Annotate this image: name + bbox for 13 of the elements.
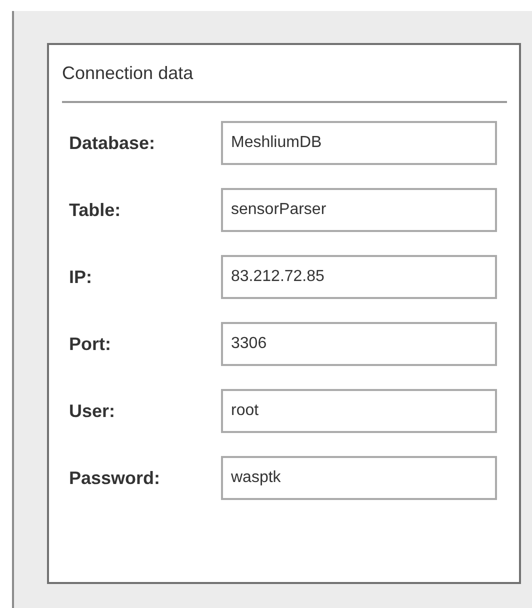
field-label: Database: [69, 132, 156, 154]
input-field[interactable]: 83.212.72.85 [221, 255, 497, 299]
input-field[interactable]: 3306 [221, 322, 497, 366]
field-label: IP: [69, 266, 94, 288]
field-label: Port: [69, 334, 112, 354]
input-field[interactable]: wasptk [221, 456, 497, 500]
input-field[interactable]: MeshliumDB [221, 121, 497, 165]
field-label: Table: [69, 200, 122, 220]
field-label: Password: [69, 468, 162, 488]
input-field[interactable]: root [221, 389, 497, 433]
panel-title: Connection data [62, 62, 194, 85]
field-label: User: [69, 400, 116, 422]
input-field[interactable]: sensorParser [221, 188, 497, 232]
